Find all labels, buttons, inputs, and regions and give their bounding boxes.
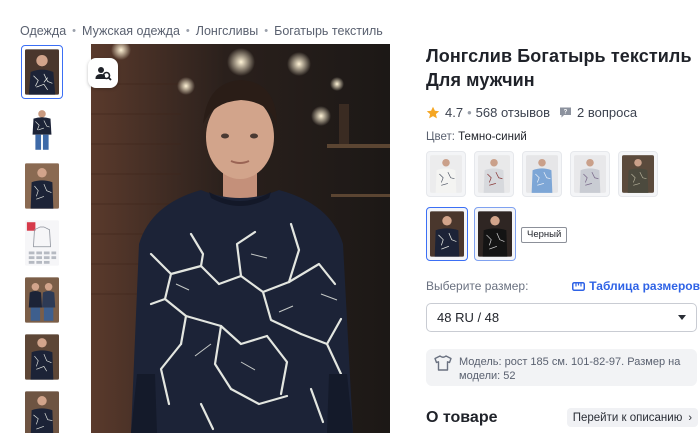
size-select-value: 48 RU / 48 <box>437 310 500 325</box>
breadcrumb-separator: • <box>185 25 190 37</box>
color-swatch-grey-pattern[interactable] <box>474 151 514 197</box>
caret-down-icon <box>678 315 686 320</box>
size-table-link[interactable]: Таблица размеров <box>572 279 700 293</box>
model-info-text: Модель: рост 185 см. 101-82-97. Размер н… <box>459 356 681 382</box>
rating-value: 4.7 <box>445 105 464 120</box>
color-swatch-white[interactable] <box>426 151 466 197</box>
about-title: О товаре <box>426 408 498 426</box>
chevron-right-icon: › <box>688 411 692 424</box>
rating-row: 4.7 • 568 отзывов ? 2 вопроса <box>426 105 700 120</box>
go-to-description-label: Перейти к описанию <box>572 411 683 424</box>
rating-separator: • <box>467 105 472 120</box>
product-title: Лонгслив Богатырь текстиль Для мужчин <box>426 46 692 90</box>
thumbnail-2[interactable] <box>21 102 63 156</box>
speech-bubble-icon: ? <box>560 107 572 118</box>
breadcrumb-item-clothing[interactable]: Одежда <box>20 24 66 38</box>
thumbnail-5[interactable] <box>21 273 63 327</box>
breadcrumb-item-brand[interactable]: Богатырь текстиль <box>274 24 383 38</box>
color-swatch-black[interactable] <box>474 207 516 261</box>
size-label: Выберите размер: <box>426 279 529 293</box>
thumbnail-6[interactable] <box>21 330 63 384</box>
size-table-label: Таблица размеров <box>589 279 700 293</box>
thumbnail-4[interactable] <box>21 216 63 270</box>
breadcrumb-item-longsleeves[interactable]: Лонгсливы <box>196 24 259 38</box>
thumbnail-7[interactable] <box>21 387 63 433</box>
about-row: О товаре Перейти к описанию › <box>426 408 700 427</box>
ruler-icon <box>572 281 586 291</box>
star-icon <box>426 106 440 118</box>
breadcrumb-separator: • <box>264 25 269 37</box>
color-swatch-khaki[interactable] <box>618 151 658 197</box>
color-tooltip: Черный <box>521 227 568 243</box>
search-by-photo-button[interactable] <box>88 58 118 88</box>
model-info-box: Модель: рост 185 см. 101-82-97. Размер н… <box>426 349 697 386</box>
questions-link[interactable]: 2 вопроса <box>577 105 637 120</box>
breadcrumb-separator: • <box>72 25 77 37</box>
color-label: Цвет: <box>426 131 455 143</box>
main-product-image[interactable] <box>91 44 390 433</box>
thumbnail-list <box>21 45 63 433</box>
color-row: Цвет: Темно-синий <box>426 131 700 143</box>
product-info: Лонгслив Богатырь текстиль Для мужчин 4.… <box>426 44 700 143</box>
reviews-link[interactable]: 568 отзывов <box>476 105 550 120</box>
thumbnail-1[interactable] <box>21 45 63 99</box>
tshirt-icon <box>434 355 452 371</box>
color-swatch-light-grey[interactable] <box>570 151 610 197</box>
color-value: Темно-синий <box>458 131 527 143</box>
breadcrumb-item-mens-clothing[interactable]: Мужская одежда <box>82 24 180 38</box>
color-swatch-dark-blue[interactable] <box>426 207 468 261</box>
size-label-row: Выберите размер: Таблица размеров <box>426 279 700 293</box>
color-swatch-blue[interactable] <box>522 151 562 197</box>
svg-text:?: ? <box>564 110 568 116</box>
search-person-icon <box>94 64 112 82</box>
breadcrumb: Одежда • Мужская одежда • Лонгсливы • Бо… <box>20 22 383 40</box>
thumbnail-3[interactable] <box>21 159 63 213</box>
go-to-description-button[interactable]: Перейти к описанию › <box>566 408 698 427</box>
size-select[interactable]: 48 RU / 48 <box>426 303 697 332</box>
